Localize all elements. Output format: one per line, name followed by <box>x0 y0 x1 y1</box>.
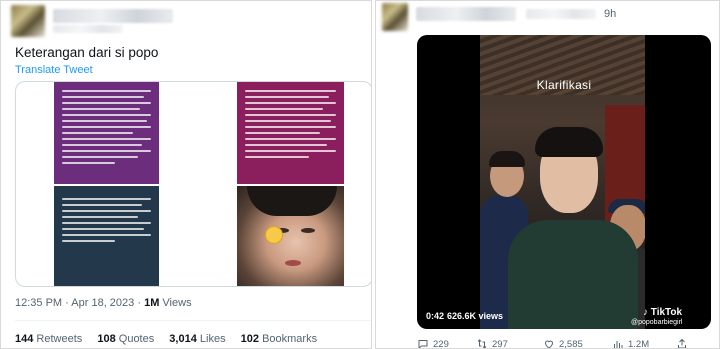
views-label: Views <box>162 297 192 309</box>
tweet-text: Keterangan dari si popo <box>15 45 159 60</box>
share-button[interactable] <box>676 338 692 348</box>
views-button[interactable]: 1.2M <box>612 338 649 348</box>
blurred-username[interactable] <box>416 7 516 21</box>
crying-emoji-icon <box>265 226 283 244</box>
media-image-purple-text[interactable] <box>54 82 159 184</box>
blurred-handle <box>526 9 596 19</box>
retweet-icon <box>477 339 487 348</box>
divider <box>15 320 371 321</box>
media-image-crying-photo[interactable] <box>237 186 344 286</box>
tweet-meta: 12:35 PM · Apr 18, 2023 · 1M Views <box>15 297 192 309</box>
tiktok-note-icon: ♪ <box>643 307 648 318</box>
views-icon <box>614 341 623 348</box>
tiktok-username: @popobarbiegirl <box>631 319 683 326</box>
tweet-date[interactable]: Apr 18, 2023 <box>71 297 134 309</box>
like-icon <box>544 340 554 348</box>
stat-bookmarks[interactable]: 102 Bookmarks <box>241 333 317 345</box>
share-icon <box>678 338 686 348</box>
blurred-handle <box>53 25 123 33</box>
video-views: 626.6K views <box>447 311 504 321</box>
blurred-avatar[interactable] <box>11 5 45 37</box>
tiktok-logo: ♪ TikTok <box>643 307 683 318</box>
blurred-avatar[interactable] <box>382 3 408 31</box>
retweet-button[interactable]: 297 <box>476 338 508 348</box>
stat-quotes[interactable]: 108 Quotes <box>97 333 154 345</box>
right-tweet-panel: 9h Klarifikasi 0:42 626.6K views ♪ TikTo… <box>375 0 720 349</box>
reply-button[interactable]: 229 <box>417 338 449 348</box>
reply-icon <box>418 340 428 348</box>
views-count: 1M <box>144 297 160 309</box>
stat-retweets[interactable]: 144 Retweets <box>15 333 82 345</box>
tweet-stats: 144 Retweets 108 Quotes 3,014 Likes 102 … <box>15 333 329 345</box>
video-duration: 0:42 <box>426 311 445 321</box>
video-player[interactable]: Klarifikasi 0:42 626.6K views ♪ TikTok @… <box>417 35 711 329</box>
stat-likes[interactable]: 3,014 Likes <box>169 333 225 345</box>
left-tweet-panel: Keterangan dari si popo Translate Tweet <box>0 0 372 349</box>
like-button[interactable]: 2,585 <box>543 338 583 348</box>
tweet-relative-time[interactable]: 9h <box>604 8 616 20</box>
blurred-username[interactable] <box>53 9 173 23</box>
media-image-magenta-text[interactable] <box>237 82 344 184</box>
video-overlay-title: Klarifikasi <box>536 78 592 92</box>
tweet-time[interactable]: 12:35 PM <box>15 297 62 309</box>
tweet-media-grid[interactable] <box>15 81 371 287</box>
media-image-dark-text[interactable] <box>54 186 159 286</box>
translate-tweet-link[interactable]: Translate Tweet <box>15 64 93 76</box>
